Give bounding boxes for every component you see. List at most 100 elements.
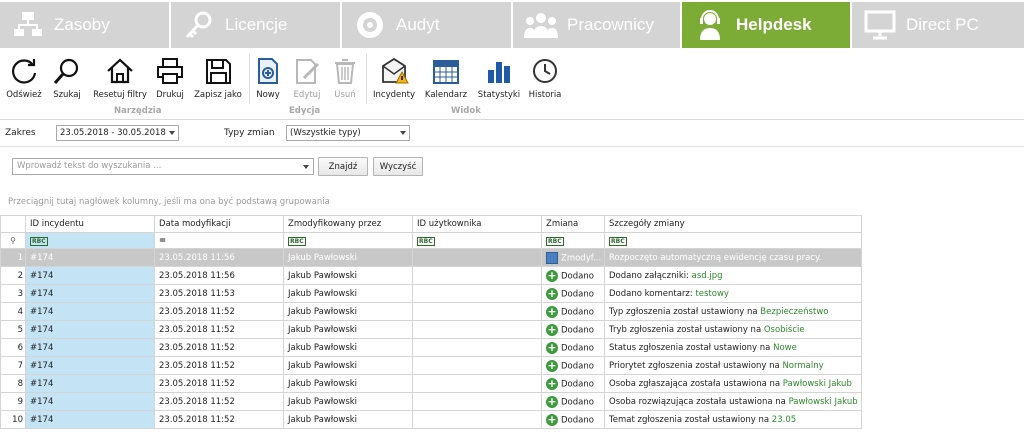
print-button[interactable]: Drukuj	[154, 56, 186, 104]
search-input[interactable]: Wprowadź tekst do wyszukania ...	[12, 158, 314, 175]
column-header-change[interactable]: Zmiana	[541, 215, 605, 233]
new-button[interactable]: Nowy	[253, 56, 283, 104]
incidents-button[interactable]: Incydenty	[371, 56, 417, 104]
text-filter-icon[interactable]: RBC	[609, 236, 627, 246]
table-row[interactable]: 9 #174 23.05.2018 11:52 Jakub Pawłowski + Dod…	[0, 392, 862, 411]
cell-incident-id[interactable]: #174	[25, 266, 155, 285]
cell-details[interactable]: Status zgłoszenia został ustawiony na No…	[604, 338, 862, 357]
filter-cell-modified-by[interactable]: RBC	[283, 232, 413, 249]
chevron-down-icon[interactable]	[400, 131, 406, 135]
cell-modified-date[interactable]: 23.05.2018 11:52	[154, 338, 284, 357]
cell-change[interactable]: + Dodano	[541, 266, 605, 285]
statistics-button[interactable]: Statystyki	[476, 56, 522, 104]
cell-incident-id[interactable]: #174	[25, 410, 155, 429]
cell-details[interactable]: Osoba rozwiązująca została ustawiona na …	[604, 392, 862, 411]
cell-incident-id[interactable]: #174	[25, 338, 155, 357]
cell-user-id[interactable]	[412, 338, 542, 357]
table-row[interactable]: 1 #174 23.05.2018 11:56 Jakub Pawłowski Zmod…	[0, 248, 862, 267]
table-row[interactable]: 7 #174 23.05.2018 11:52 Jakub Pawłowski + Dod…	[0, 356, 862, 375]
history-button[interactable]: Historia	[527, 56, 563, 104]
chevron-down-icon[interactable]	[169, 131, 175, 135]
cell-details[interactable]: Osoba zgłaszająca została ustawiona na P…	[604, 374, 862, 393]
table-row[interactable]: 4 #174 23.05.2018 11:52 Jakub Pawłowski + Dod…	[0, 302, 862, 321]
cell-modified-by[interactable]: Jakub Pawłowski	[283, 392, 413, 411]
cell-change[interactable]: + Dodano	[541, 392, 605, 411]
types-select[interactable]: (Wszystkie typy)	[286, 125, 410, 141]
cell-details[interactable]: Priorytet zgłoszenia został ustawiony na…	[604, 356, 862, 375]
cell-modified-by[interactable]: Jakub Pawłowski	[283, 338, 413, 357]
cell-modified-by[interactable]: Jakub Pawłowski	[283, 374, 413, 393]
cell-user-id[interactable]	[412, 284, 542, 303]
cell-modified-date[interactable]: 23.05.2018 11:56	[154, 248, 284, 267]
column-header-modified-date[interactable]: Data modyfikacji	[154, 215, 284, 233]
reset-filters-button[interactable]: Resetuj filtry	[90, 56, 150, 104]
cell-modified-date[interactable]: 23.05.2018 11:52	[154, 374, 284, 393]
column-header-details[interactable]: Szczegóły zmiany	[604, 215, 862, 233]
cell-details[interactable]: Dodano załączniki: asd.jpg	[604, 266, 862, 285]
filter-cell-modified-date[interactable]: =	[154, 232, 284, 249]
cell-modified-date[interactable]: 23.05.2018 11:56	[154, 266, 284, 285]
cell-modified-date[interactable]: 23.05.2018 11:53	[154, 284, 284, 303]
delete-button[interactable]: Usuń	[330, 56, 360, 104]
cell-details[interactable]: Dodano komentarz: testowy	[604, 284, 862, 303]
text-filter-icon[interactable]: RBC	[417, 236, 435, 246]
cell-change[interactable]: + Dodano	[541, 338, 605, 357]
cell-details[interactable]: Typ zgłoszenia został ustawiony na Bezpi…	[604, 302, 862, 321]
range-select[interactable]: 23.05.2018 - 30.05.2018	[56, 125, 179, 141]
save-as-button[interactable]: Zapisz jako	[192, 56, 244, 104]
cell-change[interactable]: + Dodano	[541, 374, 605, 393]
refresh-button[interactable]: Odśwież	[5, 56, 43, 104]
cell-modified-date[interactable]: 23.05.2018 11:52	[154, 356, 284, 375]
find-button[interactable]: Znajdź	[318, 157, 368, 176]
cell-change[interactable]: + Dodano	[541, 320, 605, 339]
cell-user-id[interactable]	[412, 410, 542, 429]
cell-details[interactable]: Tryb zgłoszenia został ustawiony na Osob…	[604, 320, 862, 339]
text-filter-icon[interactable]: RBC	[546, 236, 564, 246]
tab-direct-pc[interactable]: Direct PC	[852, 2, 1024, 48]
cell-change[interactable]: + Dodano	[541, 302, 605, 321]
table-row[interactable]: 3 #174 23.05.2018 11:53 Jakub Pawłowski + Dod…	[0, 284, 862, 303]
chevron-down-icon[interactable]	[303, 165, 309, 169]
cell-details[interactable]: Rozpoczęto automatyczną ewidencję czasu …	[604, 248, 862, 267]
cell-incident-id[interactable]: #174	[25, 356, 155, 375]
cell-modified-date[interactable]: 23.05.2018 11:52	[154, 392, 284, 411]
column-header-incident-id[interactable]: ID incydentu	[25, 215, 155, 233]
cell-details[interactable]: Temat zgłoszenia został ustawiony na 23.…	[604, 410, 862, 429]
table-row[interactable]: 6 #174 23.05.2018 11:52 Jakub Pawłowski + Dod…	[0, 338, 862, 357]
tab-licencje[interactable]: Licencje	[171, 2, 340, 48]
cell-change[interactable]: + Dodano	[541, 356, 605, 375]
search-button[interactable]: Szukaj	[51, 56, 83, 104]
filter-cell-user-id[interactable]: RBC	[412, 232, 542, 249]
cell-incident-id[interactable]: #174	[25, 392, 155, 411]
tab-zasoby[interactable]: Zasoby	[0, 2, 169, 48]
text-filter-icon[interactable]: RBC	[30, 236, 48, 246]
cell-modified-by[interactable]: Jakub Pawłowski	[283, 356, 413, 375]
cell-modified-by[interactable]: Jakub Pawłowski	[283, 410, 413, 429]
tab-pracownicy[interactable]: Pracownicy	[513, 2, 680, 48]
table-row[interactable]: 10 #174 23.05.2018 11:52 Jakub Pawłowski + Do…	[0, 410, 862, 429]
cell-user-id[interactable]	[412, 356, 542, 375]
cell-incident-id[interactable]: #174	[25, 302, 155, 321]
cell-modified-date[interactable]: 23.05.2018 11:52	[154, 410, 284, 429]
cell-user-id[interactable]	[412, 320, 542, 339]
cell-user-id[interactable]	[412, 266, 542, 285]
text-filter-icon[interactable]: RBC	[288, 236, 306, 246]
cell-incident-id[interactable]: #174	[25, 320, 155, 339]
calendar-button[interactable]: Kalendarz	[423, 56, 469, 104]
cell-change[interactable]: + Dodano	[541, 284, 605, 303]
edit-button[interactable]: Edytuj	[290, 56, 324, 104]
cell-user-id[interactable]	[412, 248, 542, 267]
equals-filter-icon[interactable]: =	[159, 236, 166, 246]
filter-cell-incident-id[interactable]: RBC	[25, 232, 155, 249]
cell-incident-id[interactable]: #174	[25, 284, 155, 303]
cell-modified-date[interactable]: 23.05.2018 11:52	[154, 302, 284, 321]
cell-modified-by[interactable]: Jakub Pawłowski	[283, 248, 413, 267]
table-row[interactable]: 8 #174 23.05.2018 11:52 Jakub Pawłowski + Dod…	[0, 374, 862, 393]
cell-user-id[interactable]	[412, 374, 542, 393]
table-row[interactable]: 5 #174 23.05.2018 11:52 Jakub Pawłowski + Dod…	[0, 320, 862, 339]
tab-helpdesk[interactable]: Helpdesk	[682, 2, 850, 48]
cell-incident-id[interactable]: #174	[25, 248, 155, 267]
column-header-user-id[interactable]: ID użytkownika	[412, 215, 542, 233]
cell-user-id[interactable]	[412, 392, 542, 411]
filter-cell-details[interactable]: RBC	[604, 232, 862, 249]
